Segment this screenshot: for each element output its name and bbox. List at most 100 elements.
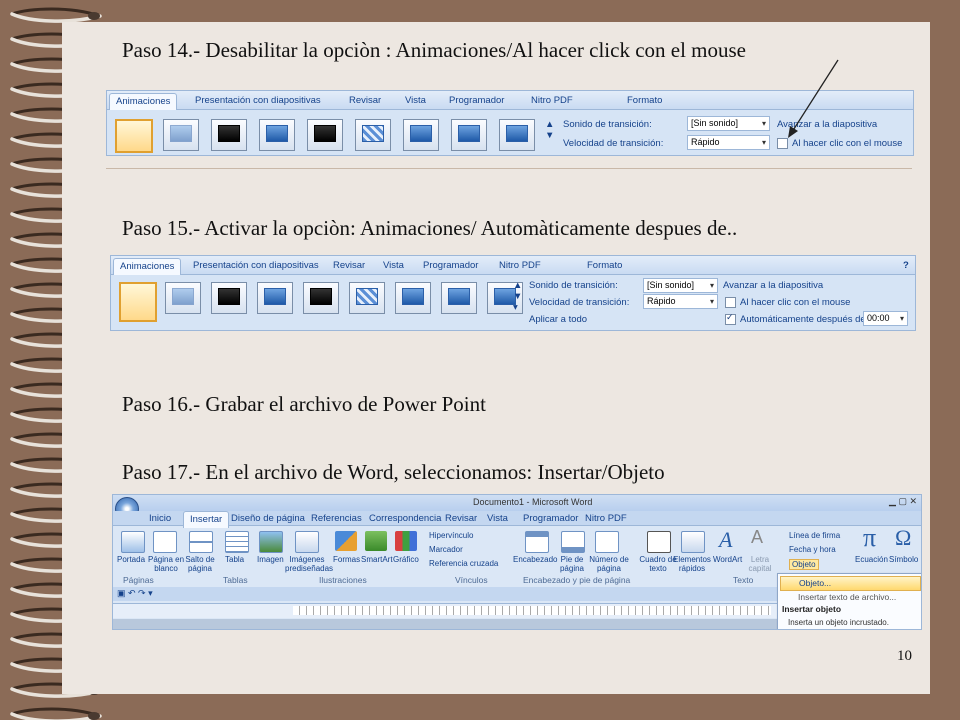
transition-fade-2[interactable]: [165, 282, 201, 314]
word-title: Documento1 - Microsoft Word: [473, 497, 593, 507]
transition-left-2[interactable]: [441, 282, 477, 314]
word-tabs: Inicio Insertar Diseño de página Referen…: [113, 511, 921, 528]
window-controls-icon[interactable]: ▁ ▢ ✕: [889, 496, 917, 507]
word-tab-programador[interactable]: Programador: [517, 511, 584, 527]
speed-select-2[interactable]: Rápido: [643, 294, 718, 309]
bookmark-button[interactable]: Marcador: [429, 545, 463, 554]
quickparts-button[interactable]: Elementos rápidos: [673, 555, 711, 573]
separator-line: [106, 168, 912, 169]
clipart-icon[interactable]: [295, 531, 319, 553]
transition-cut-2[interactable]: [257, 282, 293, 314]
transition-cut-black-2[interactable]: [303, 282, 339, 314]
tab-vista-2[interactable]: Vista: [377, 258, 410, 274]
hyperlink-button[interactable]: Hipervínculo: [429, 531, 473, 540]
date-time-button[interactable]: Fecha y hora: [789, 545, 836, 554]
group-encabezado: Encabezado y pie de página: [523, 575, 631, 585]
blank-page-button[interactable]: Página en blanco: [147, 555, 185, 573]
header-icon[interactable]: [525, 531, 549, 553]
auto-after-checkbox[interactable]: [725, 312, 736, 325]
tab-presentacion-2[interactable]: Presentación con diapositivas: [187, 258, 325, 274]
step-16-text: Paso 16.- Grabar el archivo de Power Poi…: [122, 392, 486, 416]
save-icon[interactable]: ▣ ↶ ↷ ▾: [117, 588, 153, 599]
page-number: 10: [897, 648, 912, 664]
transition-down-2[interactable]: [395, 282, 431, 314]
symbol-icon[interactable]: Ω: [895, 525, 911, 551]
advance-title-2: Avanzar a la diapositiva: [723, 280, 824, 291]
page-break-icon[interactable]: [189, 531, 213, 553]
equation-button[interactable]: Ecuación: [855, 555, 888, 564]
crossref-button[interactable]: Referencia cruzada: [429, 559, 498, 568]
header-button[interactable]: Encabezado: [513, 555, 557, 564]
dropcap-icon[interactable]: A: [751, 527, 763, 548]
smartart-icon[interactable]: [365, 531, 387, 551]
table-button[interactable]: Tabla: [225, 555, 244, 564]
wordart-button[interactable]: WordArt: [713, 555, 742, 564]
on-click-checkbox-2[interactable]: [725, 297, 736, 308]
portada-icon[interactable]: [121, 531, 145, 553]
footer-icon[interactable]: [561, 531, 585, 553]
word-titlebar: Documento1 - Microsoft Word ▁ ▢ ✕: [113, 495, 921, 511]
quickparts-icon[interactable]: [681, 531, 705, 553]
word-tab-nitro[interactable]: Nitro PDF: [579, 511, 633, 527]
footer-button[interactable]: Pie de página: [555, 555, 589, 573]
word-tab-correspondencia[interactable]: Correspondencia: [363, 511, 447, 527]
word-tab-diseno[interactable]: Diseño de página: [225, 511, 311, 527]
shapes-icon[interactable]: [335, 531, 357, 551]
object-button[interactable]: Objeto: [789, 559, 819, 570]
clipart-button[interactable]: Imágenes prediseñadas: [285, 555, 333, 573]
object-dropdown-menu: Objeto... Insertar texto de archivo... I…: [777, 573, 921, 629]
tab-animaciones-2[interactable]: Animaciones: [113, 258, 182, 275]
dropcap-button[interactable]: Letra capital: [745, 555, 775, 573]
textbox-icon[interactable]: [647, 531, 671, 553]
auto-time-input[interactable]: 00:00: [863, 311, 908, 326]
chart-icon[interactable]: [395, 531, 417, 551]
smartart-button[interactable]: SmartArt: [361, 555, 393, 564]
portada-button[interactable]: Portada: [117, 555, 145, 564]
textbox-button[interactable]: Cuadro de texto: [639, 555, 677, 573]
page-number-icon[interactable]: [595, 531, 619, 553]
word-tab-insertar[interactable]: Insertar: [183, 511, 230, 528]
page-number-button[interactable]: Número de página: [589, 555, 629, 573]
apply-all-button[interactable]: Aplicar a todo: [529, 314, 587, 325]
group-vinculos: Vínculos: [455, 575, 488, 585]
on-click-label-2: Al hacer clic con el mouse: [740, 297, 851, 308]
transition-fade-black-2[interactable]: [211, 282, 247, 314]
group-ilustraciones: Ilustraciones: [319, 575, 367, 585]
chart-button[interactable]: Gráfico: [393, 555, 419, 564]
word-tab-vista[interactable]: Vista: [481, 511, 514, 527]
tooltip-text: Inserta un objeto incrustado.: [788, 618, 889, 627]
group-tablas: Tablas: [223, 575, 248, 585]
tooltip-title: Insertar objeto: [782, 604, 842, 614]
sound-label-2: Sonido de transición:: [529, 280, 618, 291]
image-button[interactable]: Imagen: [257, 555, 284, 564]
menu-objeto[interactable]: Objeto...: [780, 576, 921, 591]
tab-formato-2[interactable]: Formato: [581, 258, 628, 274]
shapes-button[interactable]: Formas: [333, 555, 360, 564]
help-icon[interactable]: ?: [897, 258, 915, 274]
symbol-button[interactable]: Símbolo: [889, 555, 918, 564]
transition-none-2[interactable]: [119, 282, 157, 322]
equation-icon[interactable]: π: [863, 523, 876, 553]
signature-line-button[interactable]: Línea de firma: [789, 531, 840, 540]
word-tab-inicio[interactable]: Inicio: [143, 511, 177, 527]
speed-label-2: Velocidad de transición:: [529, 297, 630, 308]
group-paginas: Páginas: [123, 575, 154, 585]
tab-programador-2[interactable]: Programador: [417, 258, 484, 274]
wordart-icon[interactable]: A: [719, 527, 732, 553]
transition-dissolve-2[interactable]: [349, 282, 385, 314]
page-break-button[interactable]: Salto de página: [183, 555, 217, 573]
gallery-scroll-icon-2[interactable]: ▲ ▼ ▾: [513, 280, 522, 313]
menu-insert-text-file[interactable]: Insertar texto de archivo...: [780, 591, 921, 604]
sound-select-2[interactable]: [Sin sonido]: [643, 278, 718, 293]
tab-revisar-2[interactable]: Revisar: [327, 258, 371, 274]
ppt-ribbon-2: Animaciones Presentación con diapositiva…: [110, 255, 916, 331]
tab-nitro-2[interactable]: Nitro PDF: [493, 258, 547, 274]
word-tab-referencias[interactable]: Referencias: [305, 511, 368, 527]
table-icon[interactable]: [225, 531, 249, 553]
ruler-scale[interactable]: [293, 606, 771, 615]
group-texto: Texto: [733, 575, 754, 585]
image-icon[interactable]: [259, 531, 283, 553]
word-tab-revisar[interactable]: Revisar: [439, 511, 483, 527]
blank-page-icon[interactable]: [153, 531, 177, 553]
step-15-text: Paso 15.- Activar la opciòn: Animaciones…: [122, 216, 738, 240]
